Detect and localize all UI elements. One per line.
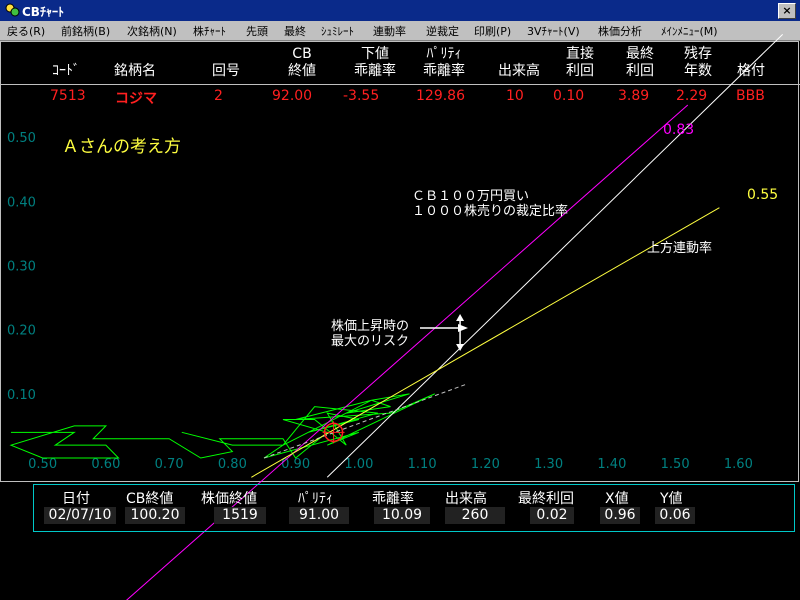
dashed-guide-line [263, 383, 467, 459]
status-value-cb: 100.20 [125, 507, 185, 524]
x-tick-label: 1.20 [471, 457, 500, 472]
upper-correlation-label: 上方連動率 [647, 240, 712, 256]
x-tick-label: 0.70 [155, 457, 184, 472]
magenta-line-value: 0.83 [663, 122, 694, 138]
x-tick-label: 1.60 [724, 457, 753, 472]
x-tick-label: 1.40 [597, 457, 626, 472]
y-tick-label: 0.50 [7, 131, 36, 146]
x-tick-label: 1.10 [408, 457, 437, 472]
x-tick-label: 0.80 [218, 457, 247, 472]
ratio-label-1: ＣＢ１００万円買い [412, 189, 529, 204]
status-value-volume: 260 [445, 507, 505, 524]
price-history-trace [9, 393, 435, 459]
status-value-x: 0.96 [600, 507, 640, 524]
x-tick-label: 0.90 [281, 457, 310, 472]
y-tick-label: 0.10 [7, 388, 36, 403]
risk-label-1: 株価上昇時の [331, 319, 409, 334]
y-tick-label: 0.20 [7, 324, 36, 339]
x-tick-label: 1.50 [661, 457, 690, 472]
status-value-yield: 0.02 [530, 507, 574, 524]
status-label-parity: ﾊﾟﾘﾃｨ [298, 491, 333, 507]
status-value-y: 0.06 [655, 507, 695, 524]
x-tick-label: 0.60 [91, 457, 120, 472]
status-label-date: 日付 [62, 491, 90, 507]
status-label-x: X値 [605, 491, 629, 507]
x-tick-label: 1.00 [344, 457, 373, 472]
y-tick-label: 0.40 [7, 195, 36, 210]
status-value-date: 02/07/10 [44, 507, 116, 524]
status-label-y: Y値 [660, 491, 683, 507]
status-label-cb: CB終値 [126, 491, 174, 507]
status-value-deviation: 10.09 [374, 507, 430, 524]
arrow-right-icon [458, 324, 468, 332]
ratio-label-2: １０００株売りの裁定比率 [412, 203, 568, 219]
status-label-deviation: 乖離率 [372, 491, 414, 507]
y-tick-label: 0.30 [7, 259, 36, 274]
chart-heading: Ａさんの考え方 [62, 137, 181, 157]
status-label-stock: 株価終値 [201, 491, 257, 507]
x-tick-label: 1.30 [534, 457, 563, 472]
status-value-parity: 91.00 [289, 507, 349, 524]
white-reference-line [326, 34, 783, 478]
arrow-up-icon [456, 314, 465, 321]
risk-label-2: 最大のリスク [331, 334, 409, 349]
status-label-volume: 出来高 [445, 491, 487, 507]
status-value-stock: 1519 [214, 507, 266, 524]
arrow-down-icon [456, 344, 465, 351]
status-label-yield: 最終利回 [518, 491, 574, 507]
x-tick-label: 0.50 [28, 457, 57, 472]
yellow-line-value: 0.55 [747, 187, 778, 203]
